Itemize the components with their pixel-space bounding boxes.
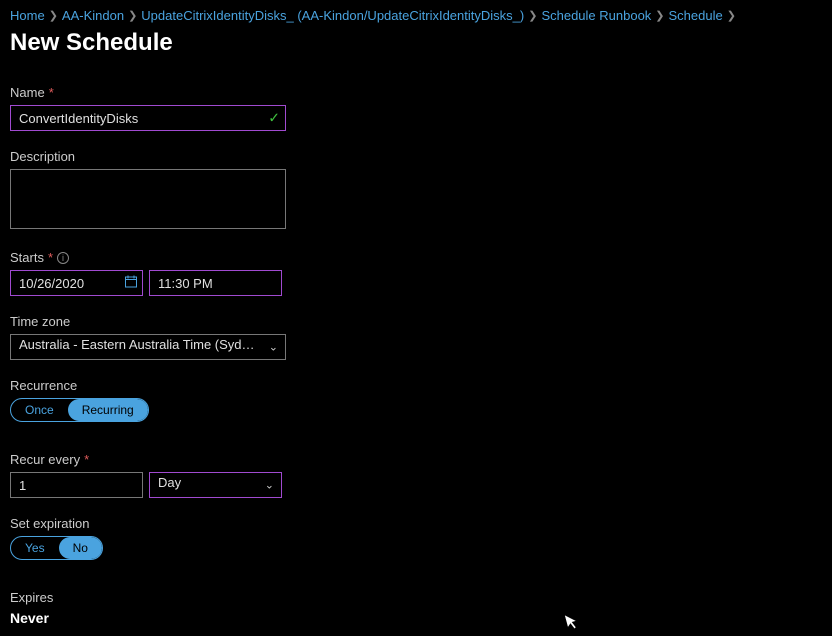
breadcrumb-update-citrix[interactable]: UpdateCitrixIdentityDisks_ (AA-Kindon/Up…	[141, 8, 524, 23]
info-icon[interactable]: i	[57, 252, 69, 264]
required-icon: *	[84, 452, 89, 467]
chevron-right-icon: ❯	[128, 9, 137, 22]
recur-every-label: Recur every *	[10, 452, 822, 467]
recur-count-input[interactable]	[10, 472, 143, 498]
recurrence-label: Recurrence	[10, 378, 822, 393]
breadcrumb-home[interactable]: Home	[10, 8, 45, 23]
starts-label-text: Starts	[10, 250, 44, 265]
chevron-right-icon: ❯	[528, 9, 537, 22]
breadcrumb-aa-kindon[interactable]: AA-Kindon	[62, 8, 124, 23]
chevron-right-icon: ❯	[49, 9, 58, 22]
start-time-input[interactable]	[149, 270, 282, 296]
chevron-right-icon: ❯	[727, 9, 736, 22]
name-label: Name *	[10, 85, 822, 100]
recur-unit-select[interactable]: Day	[149, 472, 282, 498]
field-timezone: Time zone Australia - Eastern Australia …	[10, 314, 822, 360]
description-input[interactable]	[10, 169, 286, 229]
page-title: New Schedule	[10, 29, 822, 57]
required-icon: *	[49, 85, 54, 100]
recurrence-recurring[interactable]: Recurring	[68, 399, 148, 421]
name-input[interactable]	[10, 105, 286, 131]
breadcrumb: Home ❯ AA-Kindon ❯ UpdateCitrixIdentityD…	[10, 8, 822, 23]
expiration-no[interactable]: No	[59, 537, 102, 559]
breadcrumb-schedule[interactable]: Schedule	[669, 8, 723, 23]
expires-label: Expires	[10, 590, 822, 605]
field-recur-every: Recur every * Day ⌄	[10, 452, 822, 498]
start-date-input[interactable]	[10, 270, 143, 296]
expiration-toggle: Yes No	[10, 536, 103, 560]
expires-value: Never	[10, 610, 822, 626]
field-expires: Expires Never	[10, 590, 822, 626]
chevron-right-icon: ❯	[655, 9, 664, 22]
field-starts: Starts * i	[10, 250, 822, 296]
field-description: Description	[10, 149, 822, 232]
field-set-expiration: Set expiration Yes No	[10, 516, 822, 560]
name-label-text: Name	[10, 85, 45, 100]
timezone-label: Time zone	[10, 314, 822, 329]
field-name: Name * ✓	[10, 85, 822, 131]
expiration-yes[interactable]: Yes	[11, 537, 59, 559]
timezone-select[interactable]: Australia - Eastern Australia Time (Sydn…	[10, 334, 286, 360]
recurrence-toggle: Once Recurring	[10, 398, 149, 422]
set-expiration-label: Set expiration	[10, 516, 822, 531]
recurrence-once[interactable]: Once	[11, 399, 68, 421]
field-recurrence: Recurrence Once Recurring	[10, 378, 822, 422]
required-icon: *	[48, 250, 53, 265]
description-label: Description	[10, 149, 822, 164]
breadcrumb-schedule-runbook[interactable]: Schedule Runbook	[541, 8, 651, 23]
recur-every-label-text: Recur every	[10, 452, 80, 467]
starts-label: Starts * i	[10, 250, 822, 265]
